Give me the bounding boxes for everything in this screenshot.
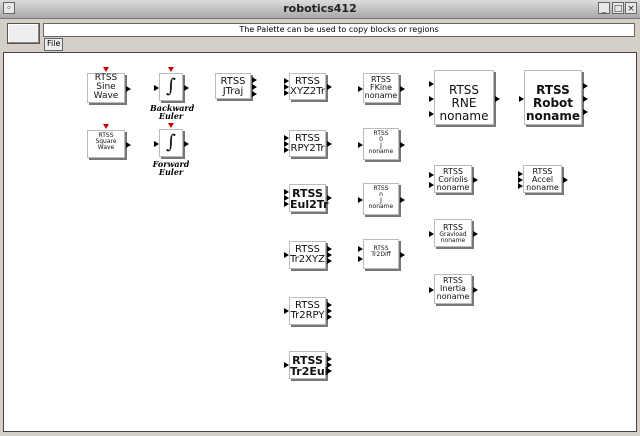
close-icon[interactable]: × (625, 2, 637, 14)
block-coriolis[interactable]: RTSS Coriolis noname (429, 165, 478, 193)
title-bar: ◦ robotics412 _ □ × (0, 0, 640, 19)
input-port-icon (284, 147, 289, 153)
label-forward-euler: Forward Euler (152, 159, 190, 177)
input-port-icon (358, 246, 363, 252)
block-rne[interactable]: RTSS RNE noname (429, 70, 500, 125)
block-forward-euler[interactable]: ∫ (154, 123, 189, 157)
input-port-icon (429, 287, 434, 293)
block-tr2xyz[interactable]: RTSS Tr2XYZ (284, 241, 332, 269)
minimize-icon[interactable]: _ (598, 2, 610, 14)
output-port-icon (184, 85, 189, 91)
input-port-icon (429, 111, 434, 117)
message-bar: The Palette can be used to copy blocks o… (43, 23, 635, 37)
block-square-wave[interactable]: RTSS Square Wave (87, 124, 131, 158)
output-port-icon (473, 287, 478, 293)
output-port-icon (583, 109, 588, 115)
input-port-icon (284, 90, 289, 96)
input-port-icon (284, 252, 289, 258)
output-port-icon (126, 142, 131, 148)
block-jacobn[interactable]: RTSS n J noname (358, 183, 405, 215)
input-port-icon (284, 308, 289, 314)
output-port-icon (327, 195, 332, 201)
output-port-icon (126, 86, 131, 92)
label-backward-euler: Backward Euler (150, 103, 195, 121)
output-port-icon (495, 96, 500, 102)
output-port-icon (184, 141, 189, 147)
input-port-icon (429, 81, 434, 87)
output-port-icon (583, 83, 588, 89)
output-port-icon (252, 84, 257, 90)
block-rpy2tr[interactable]: RTSS RPY2Tr (284, 130, 332, 157)
output-port-icon (327, 314, 332, 320)
output-port-icon (327, 368, 332, 374)
output-port-icon (327, 141, 332, 147)
input-port-icon (429, 172, 434, 178)
input-port-icon (429, 231, 434, 237)
window-title: robotics412 (283, 2, 357, 15)
output-port-icon (400, 197, 405, 203)
output-port-icon (473, 177, 478, 183)
palette-canvas[interactable]: RTSS Sine Wave RTSS Square Wave ∫ Backwa… (3, 52, 637, 432)
input-port-icon (154, 85, 159, 91)
block-tr2rpy[interactable]: RTSS Tr2RPY (284, 297, 332, 325)
output-port-icon (473, 231, 478, 237)
input-port-icon (358, 86, 363, 92)
output-port-icon (400, 142, 405, 148)
input-port-icon (154, 141, 159, 147)
input-port-icon (358, 256, 363, 262)
maximize-icon[interactable]: □ (612, 2, 624, 14)
integral-icon: ∫ (166, 131, 176, 153)
block-jtraj[interactable]: RTSS JTraj (215, 73, 257, 99)
block-accel[interactable]: RTSS Accel noname (518, 165, 568, 193)
output-port-icon (252, 77, 257, 83)
input-port-icon (358, 197, 363, 203)
input-marker-icon (103, 124, 109, 129)
output-port-icon (327, 84, 332, 90)
file-menu[interactable]: File (44, 38, 64, 51)
input-port-icon (284, 362, 289, 368)
block-fkine[interactable]: RTSS FKine noname (358, 73, 405, 103)
input-port-icon (518, 183, 523, 189)
toolbar: The Palette can be used to copy blocks o… (0, 19, 640, 51)
input-port-icon (429, 96, 434, 102)
block-tr2diff[interactable]: RTSS Tr2Diff (358, 239, 405, 269)
input-port-icon (358, 142, 363, 148)
output-port-icon (400, 86, 405, 92)
input-marker-icon (168, 123, 174, 128)
block-eul2tr[interactable]: RTSS Eul2Tr (284, 184, 332, 212)
block-jacob0[interactable]: RTSS 0 J noname (358, 128, 405, 160)
input-port-icon (284, 201, 289, 207)
palette-button[interactable] (7, 23, 40, 44)
block-robot[interactable]: RTSS Robot noname (519, 70, 588, 125)
output-port-icon (583, 96, 588, 102)
block-backward-euler[interactable]: ∫ (154, 67, 189, 101)
input-marker-icon (103, 67, 109, 72)
block-inertia[interactable]: RTSS Inertia noname (429, 274, 478, 304)
input-port-icon (519, 96, 524, 102)
block-xyz2tr[interactable]: RTSS XYZ2Tr (284, 73, 332, 100)
input-port-icon (429, 182, 434, 188)
integral-icon: ∫ (166, 75, 176, 97)
input-marker-icon (168, 67, 174, 72)
output-port-icon (252, 91, 257, 97)
block-sine-wave[interactable]: RTSS Sine Wave (87, 67, 131, 103)
output-port-icon (563, 177, 568, 183)
output-port-icon (327, 258, 332, 264)
block-gravload[interactable]: RTSS Gravload noname (429, 219, 478, 247)
output-port-icon (400, 252, 405, 258)
block-tr2eul[interactable]: RTSS Tr2Eul (284, 351, 332, 379)
